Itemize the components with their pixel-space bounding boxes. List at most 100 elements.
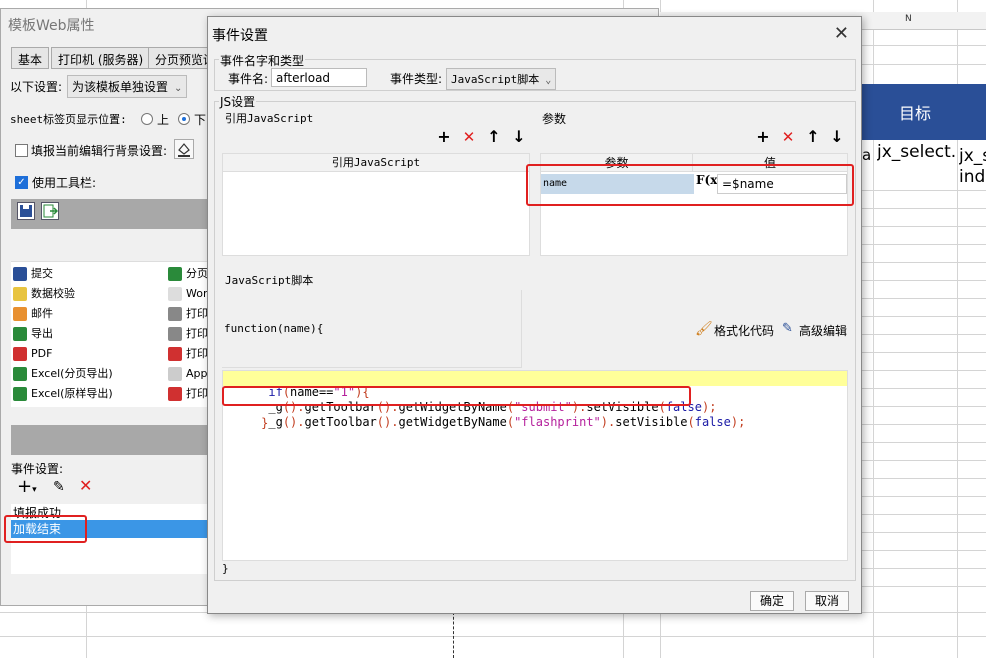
header-cell-target[interactable]: 目标 <box>873 84 957 140</box>
pencil-icon <box>13 287 27 301</box>
use-toolbar-label: 使用工具栏: <box>32 176 97 190</box>
list-item-label: 邮件 <box>31 307 53 320</box>
page-break-line <box>453 612 454 658</box>
fill-bg-checkbox[interactable] <box>15 144 28 157</box>
use-toolbar-checkbox[interactable]: ✓ <box>15 176 28 189</box>
window-title: 模板Web属性 <box>8 18 95 34</box>
delete-icon[interactable]: ✕ <box>79 476 92 495</box>
event-settings-label: 事件设置: <box>11 462 64 476</box>
list-item[interactable]: 邮件 <box>13 304 53 324</box>
list-item[interactable]: 打印 <box>168 324 208 344</box>
list-item[interactable]: Excel(分页导出) <box>13 364 113 384</box>
excel-icon <box>168 267 182 281</box>
dialog-title: 事件设置 <box>212 28 268 44</box>
add-icon[interactable]: + <box>435 127 453 146</box>
tab-basic[interactable]: 基本 <box>11 47 50 69</box>
list-item-label: Excel(原样导出) <box>31 387 113 400</box>
list-item[interactable]: 打印 <box>168 344 208 364</box>
delete-icon[interactable]: ✕ <box>460 128 478 146</box>
applet-icon <box>168 367 182 381</box>
arrow-down-icon[interactable]: ↓ <box>510 127 528 146</box>
list-item-label: Wor <box>186 287 208 300</box>
event-settings-dialog: 事件设置 ✕ 事件名字和类型 事件名: afterload 事件类型: Java… <box>207 16 862 614</box>
radio-bottom[interactable] <box>178 113 190 125</box>
arrow-down-icon[interactable]: ↓ <box>828 127 846 146</box>
highlight-box <box>222 386 691 406</box>
chevron-down-icon: ⌄ <box>174 83 183 94</box>
ref-js-label: 引用JavaScript <box>225 112 314 125</box>
params-label: 参数 <box>542 112 567 126</box>
fill-bg-label: 填报当前编辑行背景设置: <box>31 144 168 158</box>
ok-button[interactable]: 确定 <box>750 591 794 611</box>
arrow-up-icon[interactable]: ↑ <box>804 127 822 146</box>
format-code-button[interactable]: 格式化代码 <box>714 322 774 339</box>
list-item-label: 打印 <box>186 307 208 320</box>
delete-icon[interactable]: ✕ <box>779 128 797 146</box>
script-label: JavaScript脚本 <box>225 274 314 287</box>
edit-icon[interactable]: ✎ <box>782 321 793 336</box>
list-item[interactable]: Excel(原样导出) <box>13 384 113 404</box>
list-item[interactable]: 导出 <box>13 324 53 344</box>
list-item-label: 打印 <box>186 347 208 360</box>
cancel-button[interactable]: 取消 <box>805 591 849 611</box>
code-line-text: _g().getToolbar().getWidgetByName("flash… <box>268 415 746 429</box>
grid-line <box>0 636 986 637</box>
list-item-label: 打印 <box>186 387 208 400</box>
print-icon <box>168 307 182 321</box>
event-name-input[interactable]: afterload <box>271 68 367 87</box>
brush-icon[interactable]: 🖌 <box>695 321 713 337</box>
print-icon <box>168 327 182 341</box>
event-type-select[interactable]: JavaScript脚本 ⌄ <box>446 68 557 90</box>
radio-bottom-label: 下 <box>194 113 207 127</box>
setting-label: 以下设置: <box>10 80 63 94</box>
paint-bucket-icon[interactable] <box>174 139 194 159</box>
header-cell[interactable] <box>957 84 986 140</box>
submit-icon <box>13 267 27 281</box>
radio-top-label: 上 <box>157 113 170 127</box>
export-icon[interactable] <box>41 202 59 220</box>
tab-printer-server[interactable]: 打印机 (服务器) <box>51 47 151 69</box>
arrow-up-icon[interactable]: ↑ <box>485 127 503 146</box>
edit-icon[interactable]: ✎ <box>53 479 65 495</box>
advanced-edit-button[interactable]: 高级编辑 <box>799 322 847 339</box>
list-item-label: Excel(分页导出) <box>31 367 113 380</box>
cell-text[interactable]: jx_select.G(index_ <box>877 142 955 188</box>
add-icon[interactable]: +▾ <box>17 476 37 497</box>
pdf-print-icon <box>168 347 182 361</box>
list-item-label: 数据校验 <box>31 287 75 300</box>
close-icon[interactable]: ✕ <box>834 23 849 44</box>
setting-combo-value: 为该模板单独设置 <box>72 80 169 94</box>
highlight-box <box>4 515 87 543</box>
toolbar-button-list: 提交 数据校验 邮件 导出 PDF Excel(分页导出) Excel(原样导出… <box>11 261 211 407</box>
column-header-n[interactable]: N <box>905 14 912 24</box>
list-item[interactable]: 提交 <box>13 264 53 284</box>
list-item-label: 打印 <box>186 327 208 340</box>
list-item-label: 分页 <box>186 267 208 280</box>
ref-js-table: 引用JavaScript <box>222 153 530 256</box>
list-item[interactable]: 数据校验 <box>13 284 75 304</box>
name-type-group-label: 事件名字和类型 <box>219 52 306 69</box>
cell-text[interactable]: a <box>862 146 871 164</box>
pdf-icon <box>13 347 27 361</box>
list-item[interactable]: Wor <box>168 284 207 304</box>
list-item[interactable]: 打印 <box>168 384 208 404</box>
radio-top[interactable] <box>141 113 153 125</box>
list-item-label: PDF <box>31 347 53 360</box>
add-icon[interactable]: + <box>754 127 772 146</box>
chevron-down-icon: ▾ <box>32 485 37 495</box>
event-type-value: JavaScript脚本 <box>451 73 540 86</box>
save-icon[interactable] <box>17 202 35 220</box>
setting-combo[interactable]: 为该模板单独设置 ⌄ <box>67 75 188 98</box>
list-item-label: 提交 <box>31 267 53 280</box>
ref-js-header: 引用JavaScript <box>223 154 529 172</box>
toolbar-preview <box>11 199 211 229</box>
list-item[interactable]: 分页 <box>168 264 208 284</box>
list-item[interactable]: PDF <box>13 344 52 364</box>
cell-text[interactable]: jx_s ind <box>959 146 986 188</box>
list-item[interactable]: App <box>168 364 208 384</box>
list-item[interactable]: 打印 <box>168 304 208 324</box>
pdf-print-icon <box>168 387 182 401</box>
event-name-label: 事件名: <box>228 72 269 86</box>
js-settings-group-label: JS设置 <box>219 93 257 110</box>
tab-page-preview[interactable]: 分页预览设 <box>148 47 210 69</box>
